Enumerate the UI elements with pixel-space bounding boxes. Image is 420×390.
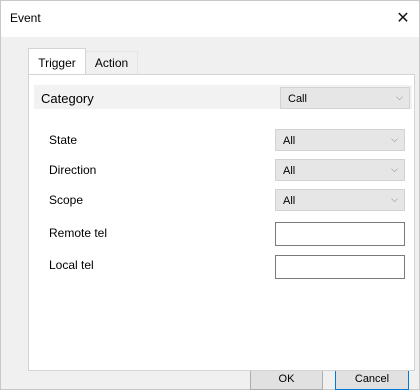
chevron-down-icon: ⌵: [391, 194, 398, 204]
dialog-title: Event: [10, 11, 41, 25]
scope-label: Scope: [49, 193, 84, 207]
remote-tel-label: Remote tel: [49, 226, 108, 240]
state-label: State: [49, 133, 78, 147]
local-tel-label: Local tel: [49, 258, 94, 272]
local-tel-input[interactable]: [275, 255, 405, 279]
direction-select[interactable]: All ⌵: [275, 159, 405, 181]
tab-action[interactable]: Action: [86, 51, 138, 74]
close-icon: ✕: [396, 10, 410, 27]
chevron-down-icon: ⌵: [391, 134, 398, 144]
ok-button[interactable]: OK: [250, 368, 323, 390]
remote-tel-input[interactable]: [275, 222, 405, 246]
state-value: All: [283, 135, 296, 147]
trigger-panel: Category Call ⌵ State All ⌵ Direction Al…: [28, 74, 415, 371]
chevron-down-icon: ⌵: [396, 92, 403, 102]
cancel-button[interactable]: Cancel: [335, 368, 409, 390]
scope-value: All: [283, 195, 296, 207]
direction-value: All: [283, 165, 296, 177]
category-label: Category: [41, 91, 94, 106]
category-value: Call: [288, 93, 307, 105]
direction-label: Direction: [49, 163, 97, 177]
close-button[interactable]: ✕: [389, 4, 417, 32]
category-row: Category Call ⌵: [34, 85, 412, 109]
scope-select[interactable]: All ⌵: [275, 189, 405, 211]
state-select[interactable]: All ⌵: [275, 129, 405, 151]
title-bar: Event ✕: [1, 1, 419, 37]
tab-trigger[interactable]: Trigger: [28, 48, 86, 74]
chevron-down-icon: ⌵: [391, 164, 398, 174]
category-select[interactable]: Call ⌵: [280, 87, 410, 109]
event-dialog: Event ✕ Trigger Action Category Call ⌵ S…: [0, 0, 420, 390]
